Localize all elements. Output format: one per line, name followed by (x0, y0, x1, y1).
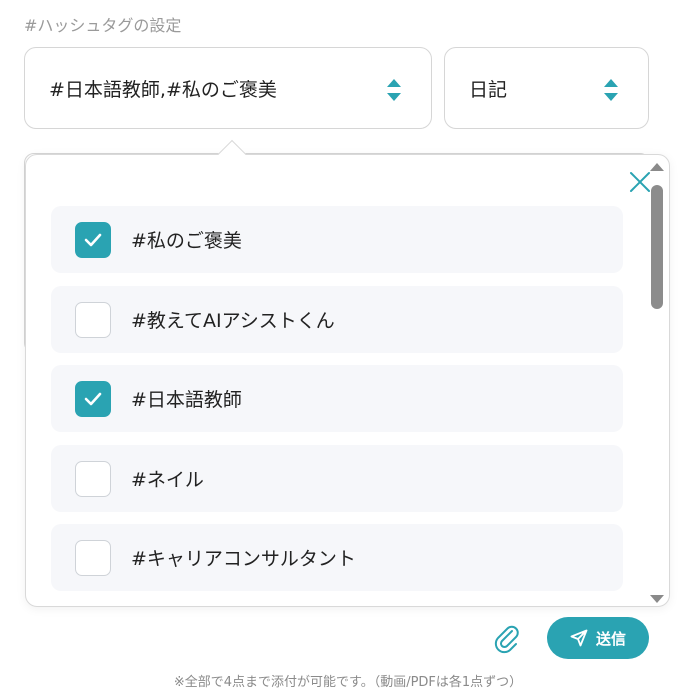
send-button-label: 送信 (595, 629, 626, 648)
scrollbar-thumb[interactable] (651, 185, 663, 309)
check-icon (84, 392, 102, 405)
category-select[interactable]: 日記 (444, 47, 649, 129)
list-item[interactable]: #ネイル (51, 445, 623, 512)
checkbox[interactable] (75, 221, 111, 258)
list-item[interactable]: #私のご褒美 (51, 206, 623, 273)
hashtag-select-value: #日本語教師,#私のご褒美 (49, 78, 277, 101)
hashtag-settings-page: #ハッシュタグの設定 #日本語教師,#私のご褒美 日記 #私のご褒美 #教えてA… (0, 0, 696, 700)
hashtag-list: #私のご褒美 #教えてAIアシストくん #日本語教師 #ネイル #キャリアコンサ… (26, 155, 646, 606)
send-button[interactable]: 送信 (547, 617, 649, 659)
paperclip-icon[interactable] (492, 622, 520, 654)
list-item-label: #ネイル (131, 469, 204, 491)
hashtag-dropdown: #私のご褒美 #教えてAIアシストくん #日本語教師 #ネイル #キャリアコンサ… (25, 139, 670, 607)
checkbox[interactable] (75, 301, 111, 338)
category-select-value: 日記 (469, 78, 508, 101)
list-item[interactable]: #教えてAIアシストくん (51, 286, 623, 353)
checkbox[interactable] (75, 460, 111, 497)
section-label: #ハッシュタグの設定 (24, 16, 182, 35)
list-item[interactable]: #キャリアコンサルタント (51, 524, 623, 591)
checkbox[interactable] (75, 539, 111, 576)
sort-arrows-icon (387, 79, 401, 101)
hashtag-select[interactable]: #日本語教師,#私のご褒美 (24, 47, 432, 129)
attachment-footnote: ※全部で4点まで添付が可能です。（動画/PDFは各1点ずつ） (173, 675, 523, 690)
list-item-label: #日本語教師 (131, 389, 242, 411)
list-item-label: #キャリアコンサルタント (131, 548, 356, 570)
scrollbar[interactable] (648, 163, 666, 603)
list-item-label: #私のご褒美 (131, 230, 242, 252)
list-item[interactable]: #日本語教師 (51, 365, 623, 432)
list-item-label: #教えてAIアシストくん (131, 310, 335, 332)
checkbox[interactable] (75, 380, 111, 417)
sort-arrows-icon (604, 79, 618, 101)
scroll-up-arrow-icon[interactable] (650, 163, 664, 171)
scroll-down-arrow-icon[interactable] (650, 595, 664, 603)
paper-plane-icon (570, 629, 588, 647)
check-icon (84, 233, 102, 246)
